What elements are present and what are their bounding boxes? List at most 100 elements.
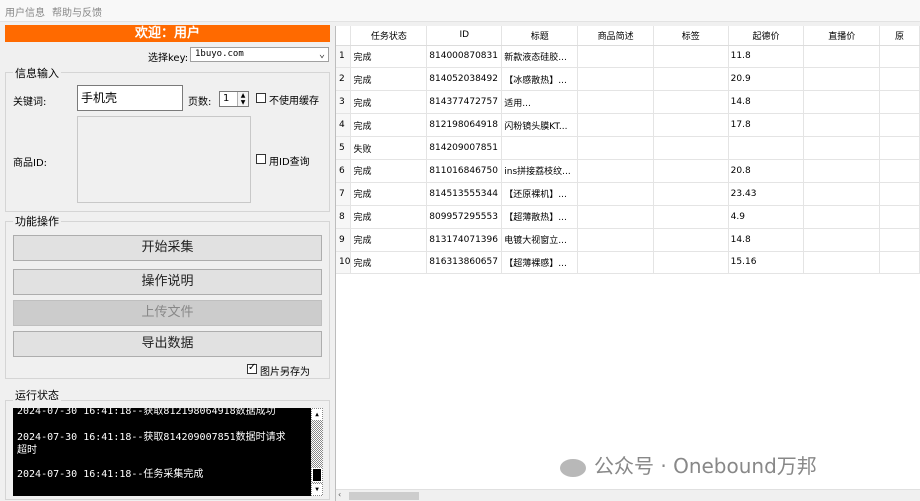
table-cell[interactable] (879, 251, 920, 275)
table-cell[interactable] (577, 251, 654, 275)
table-row[interactable]: 1 完成 814000870831 新款液态硅胶... 11.8 (336, 45, 920, 69)
hscroll-thumb[interactable] (349, 492, 419, 500)
save-images-checkbox[interactable] (247, 362, 257, 374)
table-cell[interactable]: 814209007851 (426, 136, 503, 160)
table-cell[interactable] (728, 136, 805, 160)
table-cell[interactable]: 816313860657 (426, 251, 503, 275)
table-cell[interactable] (803, 67, 881, 92)
table-row[interactable]: 8 完成 809957295553 【超薄散热】... 4.9 (336, 205, 920, 229)
table-cell[interactable] (879, 182, 920, 206)
row-number-cell[interactable]: 10 (336, 251, 352, 275)
table-cell[interactable] (879, 113, 920, 138)
table-cell[interactable]: 813174071396 (426, 228, 503, 252)
table-cell[interactable]: 完成 (350, 251, 428, 275)
table-cell[interactable]: 17.8 (728, 113, 805, 138)
table-cell[interactable]: 【超薄裸感】... (501, 251, 579, 275)
select-key-dropdown[interactable]: 1buyo.com ⌄ (190, 47, 329, 62)
column-header-rownum[interactable] (336, 26, 352, 46)
id-query-checkbox[interactable] (256, 154, 266, 164)
row-number-cell[interactable]: 5 (336, 136, 352, 160)
column-header[interactable]: 商品简述 (577, 26, 654, 46)
table-cell[interactable] (879, 205, 920, 229)
table-row[interactable]: 5 失败 814209007851 (336, 136, 920, 160)
row-number-cell[interactable]: 7 (336, 182, 352, 206)
table-cell[interactable] (803, 90, 881, 115)
table-cell[interactable]: 完成 (350, 228, 428, 252)
table-cell[interactable]: 完成 (350, 90, 428, 115)
table-cell[interactable] (879, 159, 920, 183)
table-cell[interactable] (803, 251, 881, 275)
table-cell[interactable] (803, 205, 881, 229)
table-cell[interactable] (803, 45, 881, 69)
table-cell[interactable] (577, 228, 654, 252)
table-cell[interactable]: 失败 (350, 136, 428, 160)
table-cell[interactable]: 电镀大视窗立... (501, 228, 579, 252)
table-cell[interactable]: 20.8 (728, 159, 805, 183)
stepper-arrows-icon[interactable]: ▲ ▼ (237, 92, 248, 106)
scroll-thumb[interactable] (312, 468, 322, 482)
table-cell[interactable] (653, 182, 729, 206)
column-header[interactable]: 直播价 (803, 26, 881, 46)
table-cell[interactable]: 814052038492 (426, 67, 503, 92)
table-cell[interactable]: 15.16 (728, 251, 805, 275)
table-cell[interactable]: 20.9 (728, 67, 805, 92)
no-cache-checkbox[interactable] (256, 93, 266, 103)
table-cell[interactable]: 14.8 (728, 228, 805, 252)
table-cell[interactable]: 【超薄散热】... (501, 205, 579, 229)
upload-file-button[interactable]: 上传文件 (13, 300, 322, 326)
table-cell[interactable] (803, 182, 881, 206)
table-cell[interactable]: ins拼接荔枝纹... (501, 159, 579, 183)
scroll-down-icon[interactable]: ▼ (312, 484, 322, 495)
table-cell[interactable] (577, 90, 654, 115)
row-number-cell[interactable]: 2 (336, 67, 352, 92)
instructions-button[interactable]: 操作说明 (13, 269, 322, 295)
table-cell[interactable] (653, 113, 729, 138)
table-cell[interactable]: 完成 (350, 67, 428, 92)
table-cell[interactable] (879, 45, 920, 69)
table-cell[interactable]: 14.8 (728, 90, 805, 115)
table-row[interactable]: 7 完成 814513555344 【还原裸机】... 23.43 (336, 182, 920, 206)
table-row[interactable]: 9 完成 813174071396 电镀大视窗立... 14.8 (336, 228, 920, 252)
table-cell[interactable]: 【冰感散热】... (501, 67, 579, 92)
table-cell[interactable] (879, 90, 920, 115)
table-cell[interactable] (577, 159, 654, 183)
table-cell[interactable]: 完成 (350, 205, 428, 229)
column-header[interactable]: 任务状态 (350, 26, 428, 46)
row-number-cell[interactable]: 4 (336, 113, 352, 138)
table-cell[interactable]: 812198064918 (426, 113, 503, 138)
table-row[interactable]: 10 完成 816313860657 【超薄裸感】... 15.16 (336, 251, 920, 275)
table-cell[interactable]: 814000870831 (426, 45, 503, 69)
table-cell[interactable]: 4.9 (728, 205, 805, 229)
start-collect-button[interactable]: 开始采集 (13, 235, 322, 261)
table-cell[interactable] (803, 159, 881, 183)
table-cell[interactable] (653, 45, 729, 69)
table-cell[interactable] (803, 228, 881, 252)
table-cell[interactable]: 适用... (501, 90, 579, 115)
row-number-cell[interactable]: 8 (336, 205, 352, 229)
table-cell[interactable] (577, 113, 654, 138)
table-cell[interactable] (653, 136, 729, 160)
table-cell[interactable] (879, 228, 920, 252)
table-cell[interactable] (577, 45, 654, 69)
scroll-up-icon[interactable]: ▲ (312, 409, 322, 420)
row-number-cell[interactable]: 6 (336, 159, 352, 183)
status-console[interactable]: 2024-07-30 16:41:18--获取812198064918数据成功 … (13, 408, 323, 496)
table-row[interactable]: 2 完成 814052038492 【冰感散热】... 20.9 (336, 67, 920, 92)
table-cell[interactable]: 809957295553 (426, 205, 503, 229)
table-cell[interactable] (577, 182, 654, 206)
table-row[interactable]: 3 完成 814377472757 适用... 14.8 (336, 90, 920, 115)
table-row[interactable]: 4 完成 812198064918 闪粉镜头膜KT... 17.8 (336, 113, 920, 138)
table-row[interactable]: 6 完成 811016846750 ins拼接荔枝纹... 20.8 (336, 159, 920, 183)
column-header[interactable]: 标签 (653, 26, 729, 46)
table-cell[interactable]: 完成 (350, 182, 428, 206)
product-id-textarea[interactable] (77, 116, 251, 203)
row-number-cell[interactable]: 9 (336, 228, 352, 252)
column-header[interactable]: 标题 (501, 26, 579, 46)
table-cell[interactable] (803, 113, 881, 138)
table-cell[interactable]: 完成 (350, 159, 428, 183)
column-header[interactable]: 原 (879, 26, 920, 46)
menu-help-feedback[interactable]: 帮助与反馈 (52, 4, 102, 19)
table-cell[interactable] (653, 90, 729, 115)
row-number-cell[interactable]: 1 (336, 45, 352, 69)
table-cell[interactable] (879, 67, 920, 92)
